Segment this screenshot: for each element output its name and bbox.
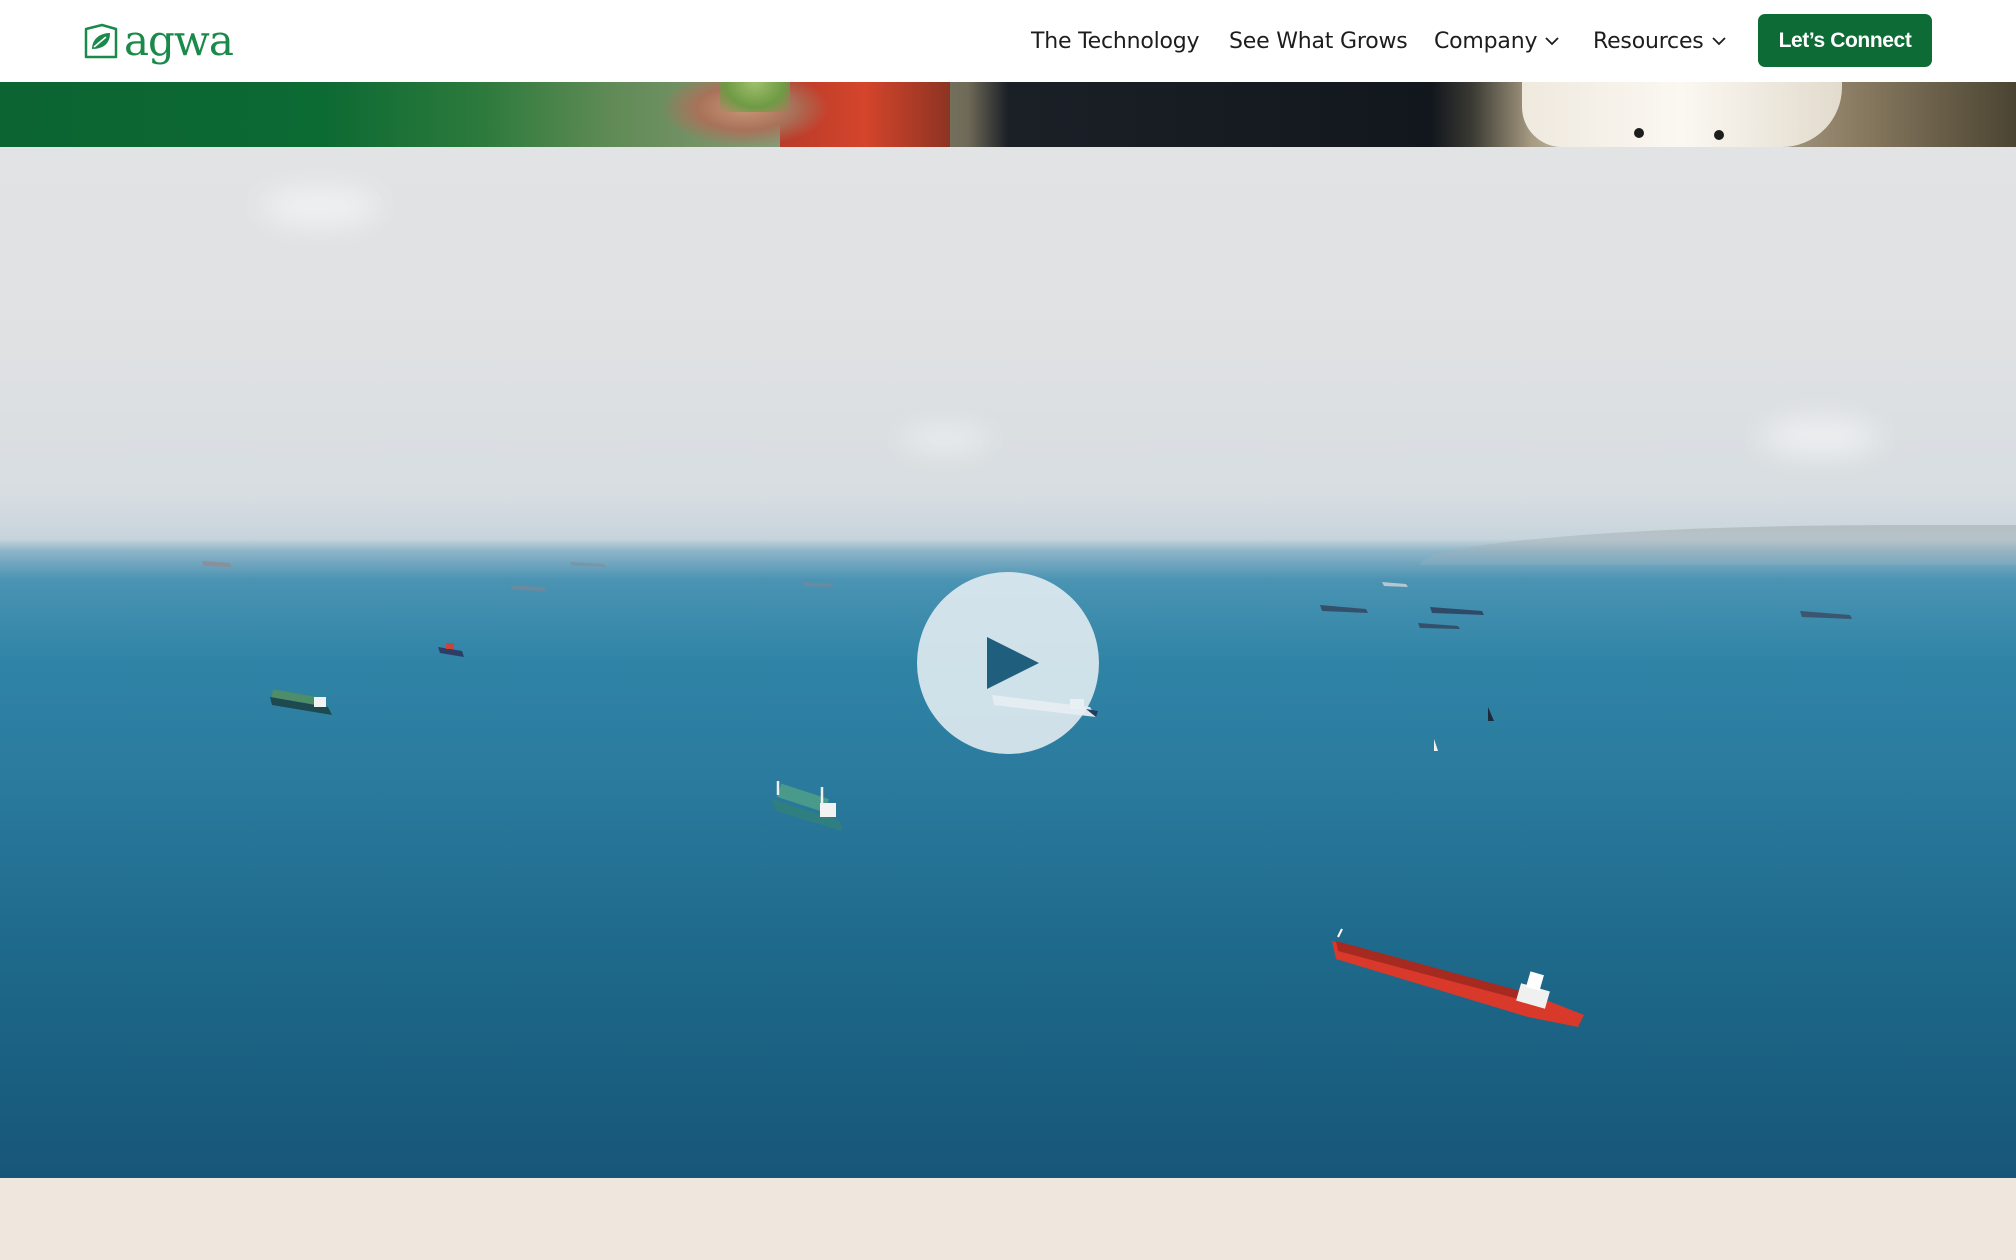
brand-logo[interactable]: agwa	[82, 16, 234, 65]
nav-label: The Technology	[1031, 28, 1200, 54]
play-button[interactable]	[917, 572, 1099, 754]
cloud	[900, 427, 990, 451]
hero-image-detail	[720, 82, 790, 112]
cargo-ship	[270, 689, 332, 715]
brand-name: agwa	[124, 16, 234, 65]
decor-dot	[1634, 128, 1644, 138]
leaf-logo-icon	[84, 23, 118, 59]
play-icon	[987, 637, 1039, 689]
hero-image-strip	[0, 82, 2016, 147]
distant-ship	[510, 585, 546, 591]
nav-label: See What Grows	[1229, 28, 1408, 54]
distant-ship	[802, 582, 834, 587]
distant-ship	[1320, 605, 1368, 613]
small-ship	[438, 643, 464, 657]
green-tanker-ship	[772, 781, 842, 831]
sailboat	[1488, 707, 1494, 721]
coastline	[1420, 525, 2016, 565]
lets-connect-button[interactable]: Let’s Connect	[1758, 14, 1932, 67]
nav-see-what-grows[interactable]: See What Grows	[1229, 26, 1408, 56]
cloud	[1760, 417, 1880, 457]
nav-company[interactable]: Company	[1434, 26, 1559, 56]
distant-ship	[1430, 607, 1484, 615]
red-cargo-ship	[1332, 928, 1584, 1027]
nav-label: Resources	[1593, 28, 1704, 54]
video-player[interactable]	[0, 147, 2016, 1178]
nav-the-technology[interactable]: The Technology	[1031, 26, 1200, 56]
chevron-down-icon	[1711, 37, 1726, 46]
site-header: agwa The Technology See What Grows Compa…	[0, 0, 2016, 82]
distant-ship	[1800, 611, 1852, 619]
nav-resources[interactable]: Resources	[1593, 26, 1726, 56]
hero-image-detail	[1522, 82, 1842, 147]
sailboat	[1434, 739, 1438, 751]
distant-ship	[1382, 582, 1408, 587]
distant-ship	[202, 561, 232, 567]
distant-ship	[570, 562, 606, 567]
nav-label: Company	[1434, 28, 1538, 54]
next-section	[0, 1178, 2016, 1260]
decor-dot	[1714, 130, 1724, 140]
cloud	[260, 187, 380, 227]
distant-ship	[1418, 623, 1460, 629]
chevron-down-icon	[1545, 37, 1559, 46]
